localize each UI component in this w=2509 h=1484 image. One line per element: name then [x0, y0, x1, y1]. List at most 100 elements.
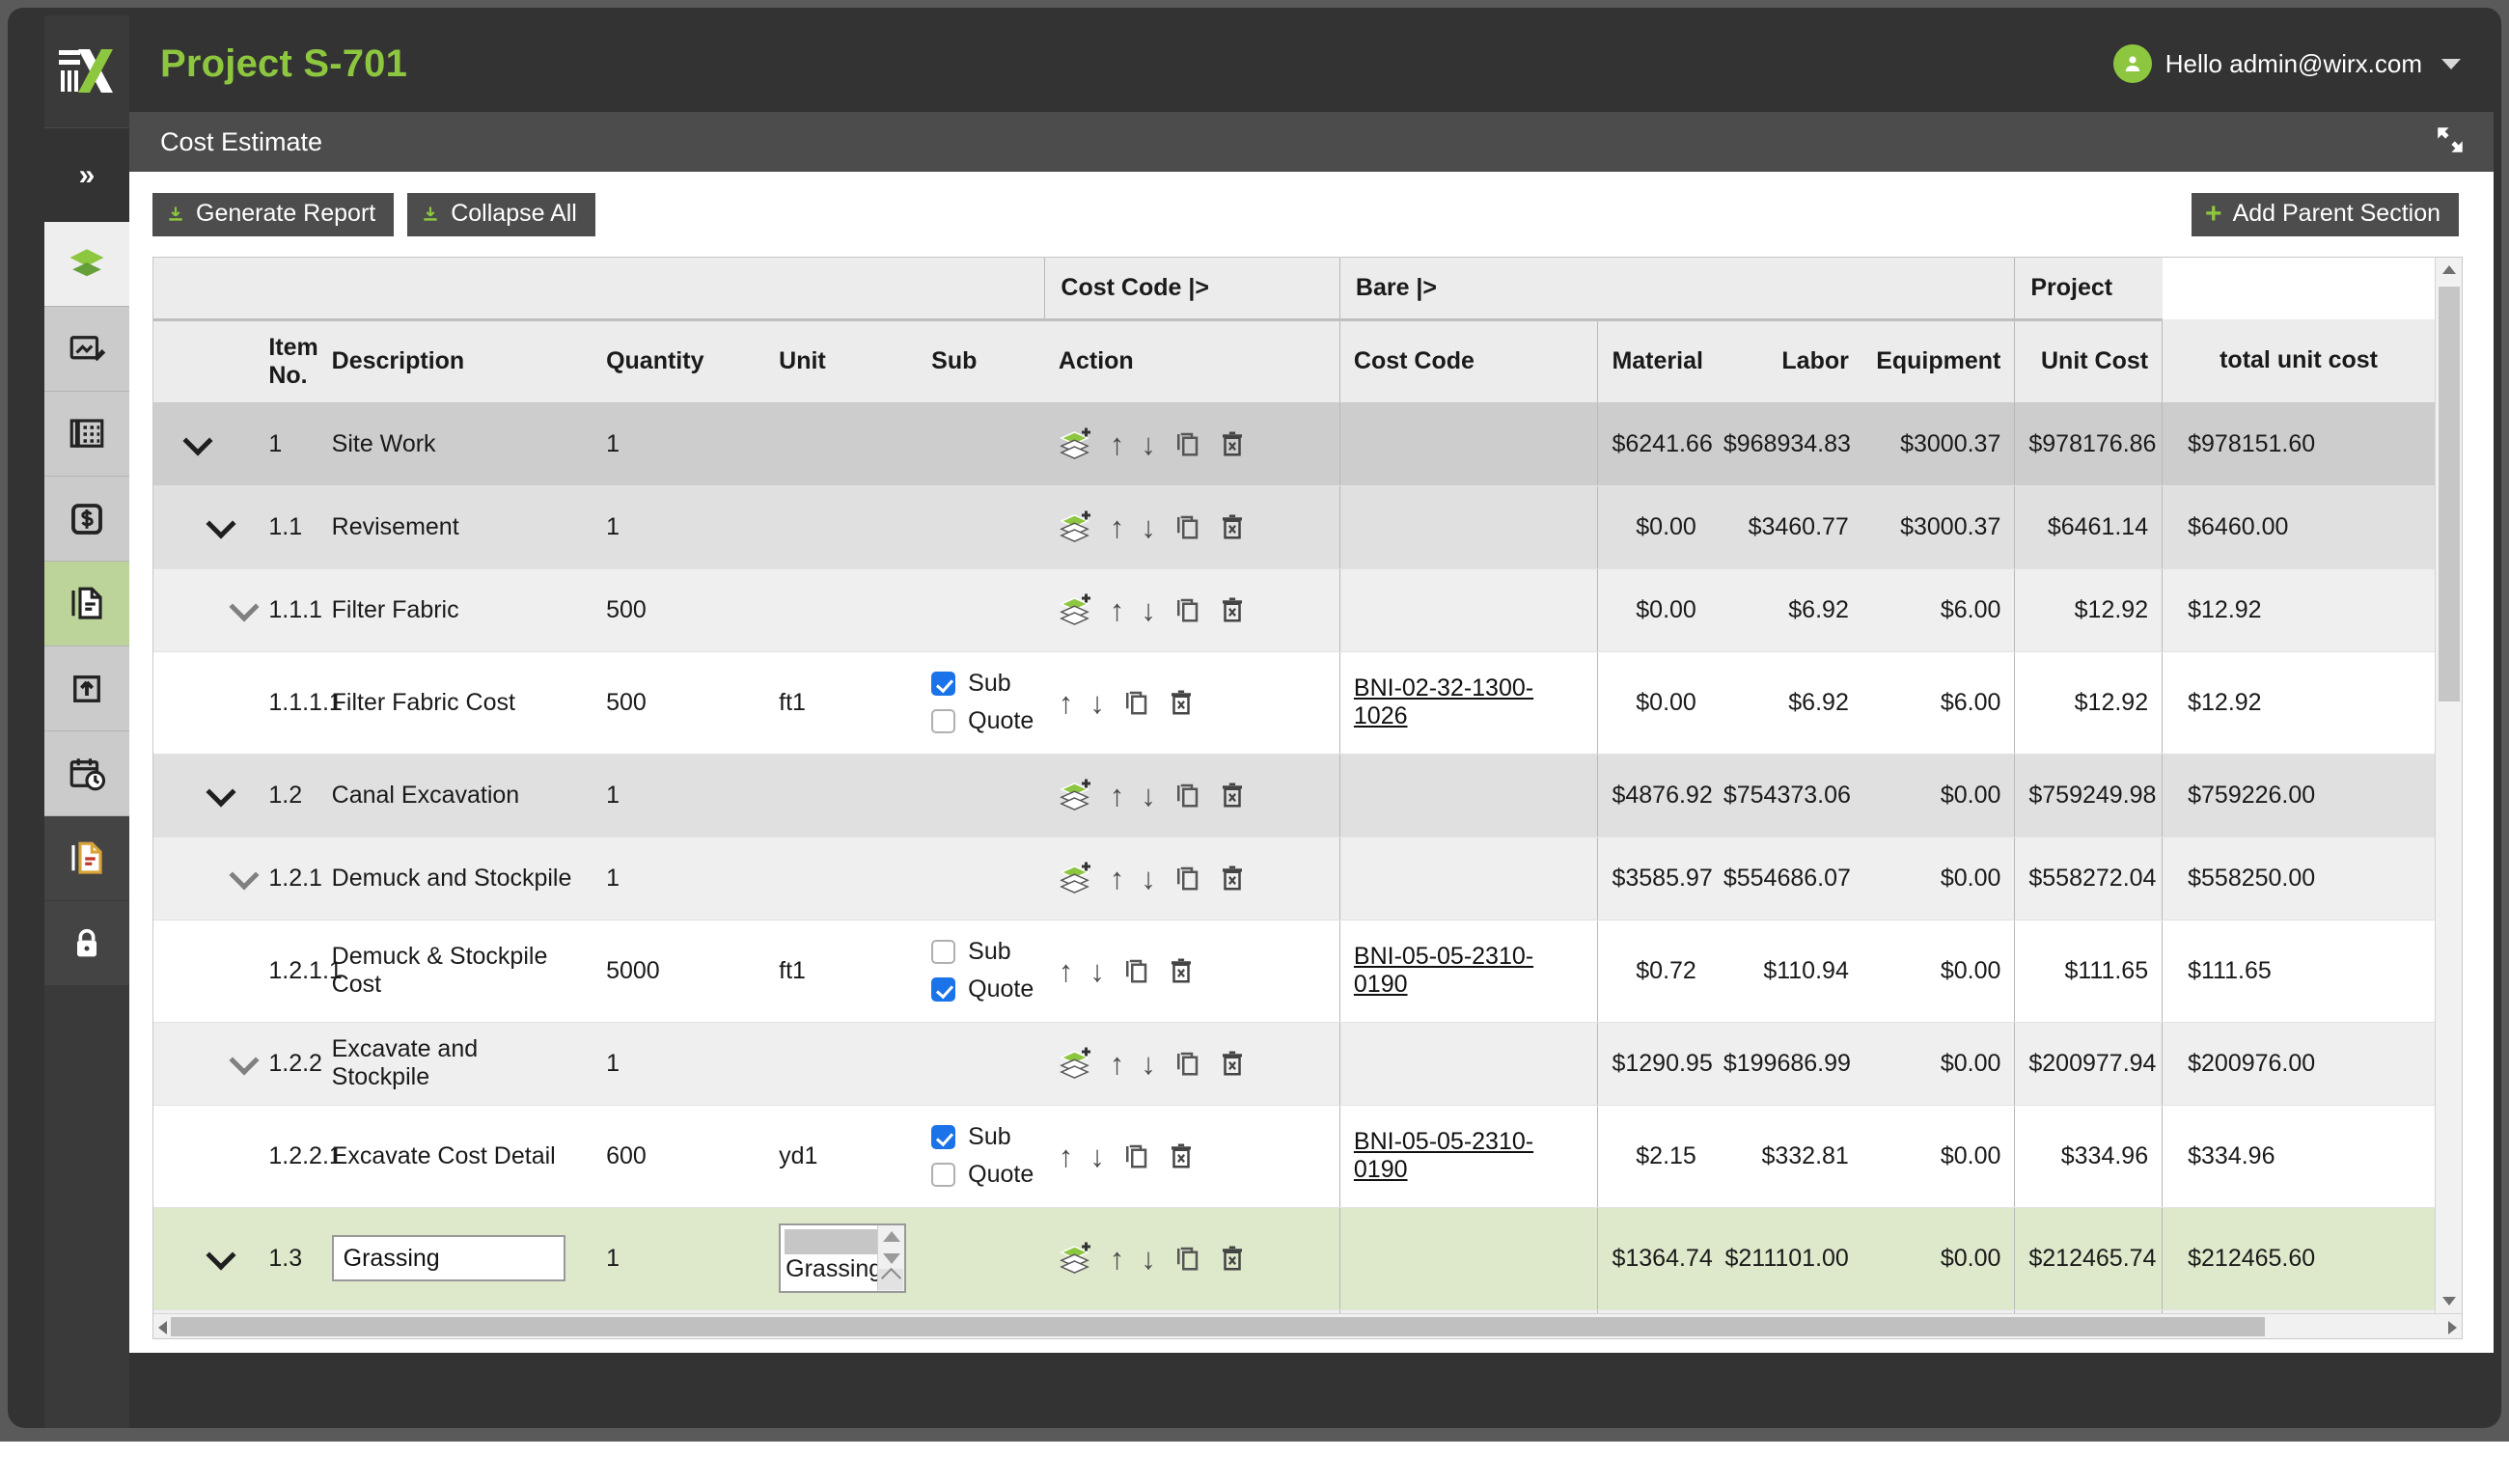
delete-row-button[interactable]	[1218, 864, 1247, 893]
table-row[interactable]: 1 Site Work 1 ↑ ↓ $6241.66 $968934.83 $3000.37 $…	[153, 402, 2435, 486]
row-cost-code-cell[interactable]	[1338, 568, 1598, 652]
sub-checkbox[interactable]	[931, 672, 956, 696]
row-action-cell[interactable]: ↑↓	[1044, 920, 1340, 1023]
add-parent-section-button[interactable]: + Add Parent Section	[2192, 193, 2459, 236]
sidebar-toggle[interactable]: »	[44, 127, 129, 222]
table-row[interactable]: 1.2 Canal Excavation 1 ↑ ↓ $4876.92 $754373.06…	[153, 754, 2435, 838]
move-up-icon[interactable]: ↑	[1110, 429, 1125, 459]
move-up-icon[interactable]: ↑	[1110, 864, 1125, 893]
copy-row-button[interactable]	[1172, 595, 1201, 624]
row-expand-cell[interactable]	[153, 568, 256, 652]
row-action-cell[interactable]: ↑↓	[1044, 1207, 1340, 1310]
row-expand-cell[interactable]	[153, 485, 256, 569]
row-action-cell[interactable]: ↑↓	[1044, 568, 1340, 652]
row-description-cell[interactable]: Filter Fabric	[317, 568, 593, 652]
sidebar-item-cost[interactable]	[44, 477, 129, 562]
copy-row-button[interactable]	[1172, 429, 1201, 458]
move-down-icon[interactable]: ↓	[1089, 956, 1105, 986]
row-cost-code-cell[interactable]	[1338, 754, 1598, 838]
row-unit-cell[interactable]	[765, 485, 919, 569]
row-action-cell[interactable]: ↑↓	[1044, 1105, 1340, 1208]
add-layer-button[interactable]	[1059, 426, 1093, 461]
delete-row-button[interactable]	[1167, 688, 1196, 717]
copy-row-button[interactable]	[1121, 956, 1150, 985]
row-expand-toggle-icon[interactable]	[207, 511, 233, 536]
row-sub-cell[interactable]: Sub Quote	[918, 651, 1045, 755]
row-unit-cell[interactable]: Grassing [	[765, 1207, 919, 1310]
add-layer-button[interactable]	[1059, 778, 1093, 812]
row-cost-code-cell[interactable]: BNI-02-32-1300-1026	[1338, 651, 1598, 755]
row-description-cell[interactable]: Filter Fabric Cost	[317, 651, 593, 755]
row-description-cell[interactable]: Excavate Cost Detail	[317, 1105, 593, 1208]
move-down-icon[interactable]: ↓	[1141, 864, 1156, 893]
delete-row-button[interactable]	[1218, 1244, 1247, 1273]
copy-row-button[interactable]	[1172, 512, 1201, 541]
row-cost-code-cell[interactable]	[1338, 402, 1598, 486]
sidebar-item-permissions[interactable]	[44, 901, 129, 986]
add-layer-button[interactable]	[1059, 1241, 1093, 1276]
vertical-scrollbar[interactable]	[2435, 258, 2462, 1313]
move-down-icon[interactable]: ↓	[1141, 512, 1156, 542]
user-menu[interactable]: Hello admin@wirx.com	[2112, 44, 2461, 83]
row-expand-cell[interactable]	[153, 1207, 256, 1310]
row-quantity[interactable]: 1	[593, 1207, 766, 1310]
row-expand-cell[interactable]	[153, 651, 256, 755]
row-description-cell[interactable]: Demuck & Stockpile Cost	[317, 920, 593, 1023]
fullscreen-expand-button[interactable]	[2434, 124, 2467, 161]
move-down-icon[interactable]: ↓	[1089, 688, 1105, 718]
move-up-icon[interactable]: ↑	[1110, 781, 1125, 811]
row-expand-cell[interactable]	[153, 1022, 256, 1106]
move-up-icon[interactable]: ↑	[1110, 595, 1125, 625]
row-unit-cell[interactable]: ft1	[765, 920, 919, 1023]
unit-listbox[interactable]: Grassing [	[779, 1223, 907, 1293]
quote-checkbox[interactable]	[931, 709, 956, 733]
row-sub-cell[interactable]: Sub Quote	[918, 920, 1045, 1023]
sub-checkbox[interactable]	[931, 940, 956, 964]
row-quantity[interactable]: 1	[593, 754, 766, 838]
table-row[interactable]: 1.1.1.1 Filter Fabric Cost 500 ft1 Sub Quote ↑…	[153, 651, 2435, 755]
sidebar-item-edit-image[interactable]	[44, 307, 129, 392]
sub-checkbox[interactable]	[931, 1125, 956, 1149]
vertical-scroll-thumb[interactable]	[2439, 287, 2460, 701]
row-quantity[interactable]: 1	[593, 837, 766, 921]
quote-checkbox[interactable]	[931, 1163, 956, 1187]
row-unit-cell[interactable]	[765, 754, 919, 838]
row-quantity[interactable]: 5000	[593, 920, 766, 1023]
table-row[interactable]: 1.31Grassing [↑↓$1364.74$211101.00$0.00$…	[153, 1207, 2435, 1310]
horizontal-scroll-thumb[interactable]	[171, 1317, 2265, 1336]
row-unit-cell[interactable]: yd1	[765, 1105, 919, 1208]
row-description-cell[interactable]: Excavate and Stockpile	[317, 1022, 593, 1106]
move-down-icon[interactable]: ↓	[1141, 429, 1156, 459]
row-expand-toggle-icon[interactable]	[231, 1048, 256, 1073]
row-sub-cell[interactable]	[918, 485, 1045, 569]
row-expand-toggle-icon[interactable]	[184, 428, 209, 453]
move-up-icon[interactable]: ↑	[1059, 688, 1074, 718]
group-header-cost-code[interactable]: Cost Code |>	[1044, 258, 1340, 321]
generate-report-button[interactable]: Generate Report	[152, 193, 395, 236]
row-description-cell[interactable]: Revisement	[317, 485, 593, 569]
cost-code-link[interactable]: BNI-05-05-2310-0190	[1354, 943, 1533, 998]
row-unit-cell[interactable]	[765, 402, 919, 486]
table-row[interactable]: 1.2.2 Excavate and Stockpile 1 ↑ ↓ $1290.95 $1…	[153, 1022, 2435, 1106]
sub-checkbox-row[interactable]: Sub	[931, 670, 1032, 698]
move-down-icon[interactable]: ↓	[1141, 1244, 1156, 1274]
sub-checkbox-row[interactable]: Sub	[931, 1123, 1032, 1151]
row-sub-cell[interactable]	[918, 402, 1045, 486]
move-up-icon[interactable]: ↑	[1110, 512, 1125, 542]
sidebar-item-layers[interactable]	[44, 222, 129, 307]
listbox-scroll-up-icon[interactable]	[882, 1231, 900, 1242]
row-quantity[interactable]: 1	[593, 402, 766, 486]
table-row[interactable]: 1.1 Revisement 1 ↑ ↓ $0.00 $3460.77 $3000.37 $64…	[153, 485, 2435, 569]
move-up-icon[interactable]: ↑	[1110, 1049, 1125, 1079]
move-down-icon[interactable]: ↓	[1089, 1141, 1105, 1171]
add-layer-button[interactable]	[1059, 509, 1093, 544]
listbox-resize-grip[interactable]	[878, 1269, 904, 1290]
row-unit-cell[interactable]	[765, 837, 919, 921]
row-description-cell[interactable]: Site Work	[317, 402, 593, 486]
move-up-icon[interactable]: ↑	[1059, 956, 1074, 986]
row-cost-code-cell[interactable]	[1338, 837, 1598, 921]
description-input[interactable]	[331, 1235, 565, 1281]
row-description-cell[interactable]: Demuck and Stockpile	[317, 837, 593, 921]
quote-checkbox[interactable]	[931, 977, 956, 1002]
table-row[interactable]: 1.1.1 Filter Fabric 500 ↑ ↓ $0.00 $6.92 $6.00 $1…	[153, 568, 2435, 652]
